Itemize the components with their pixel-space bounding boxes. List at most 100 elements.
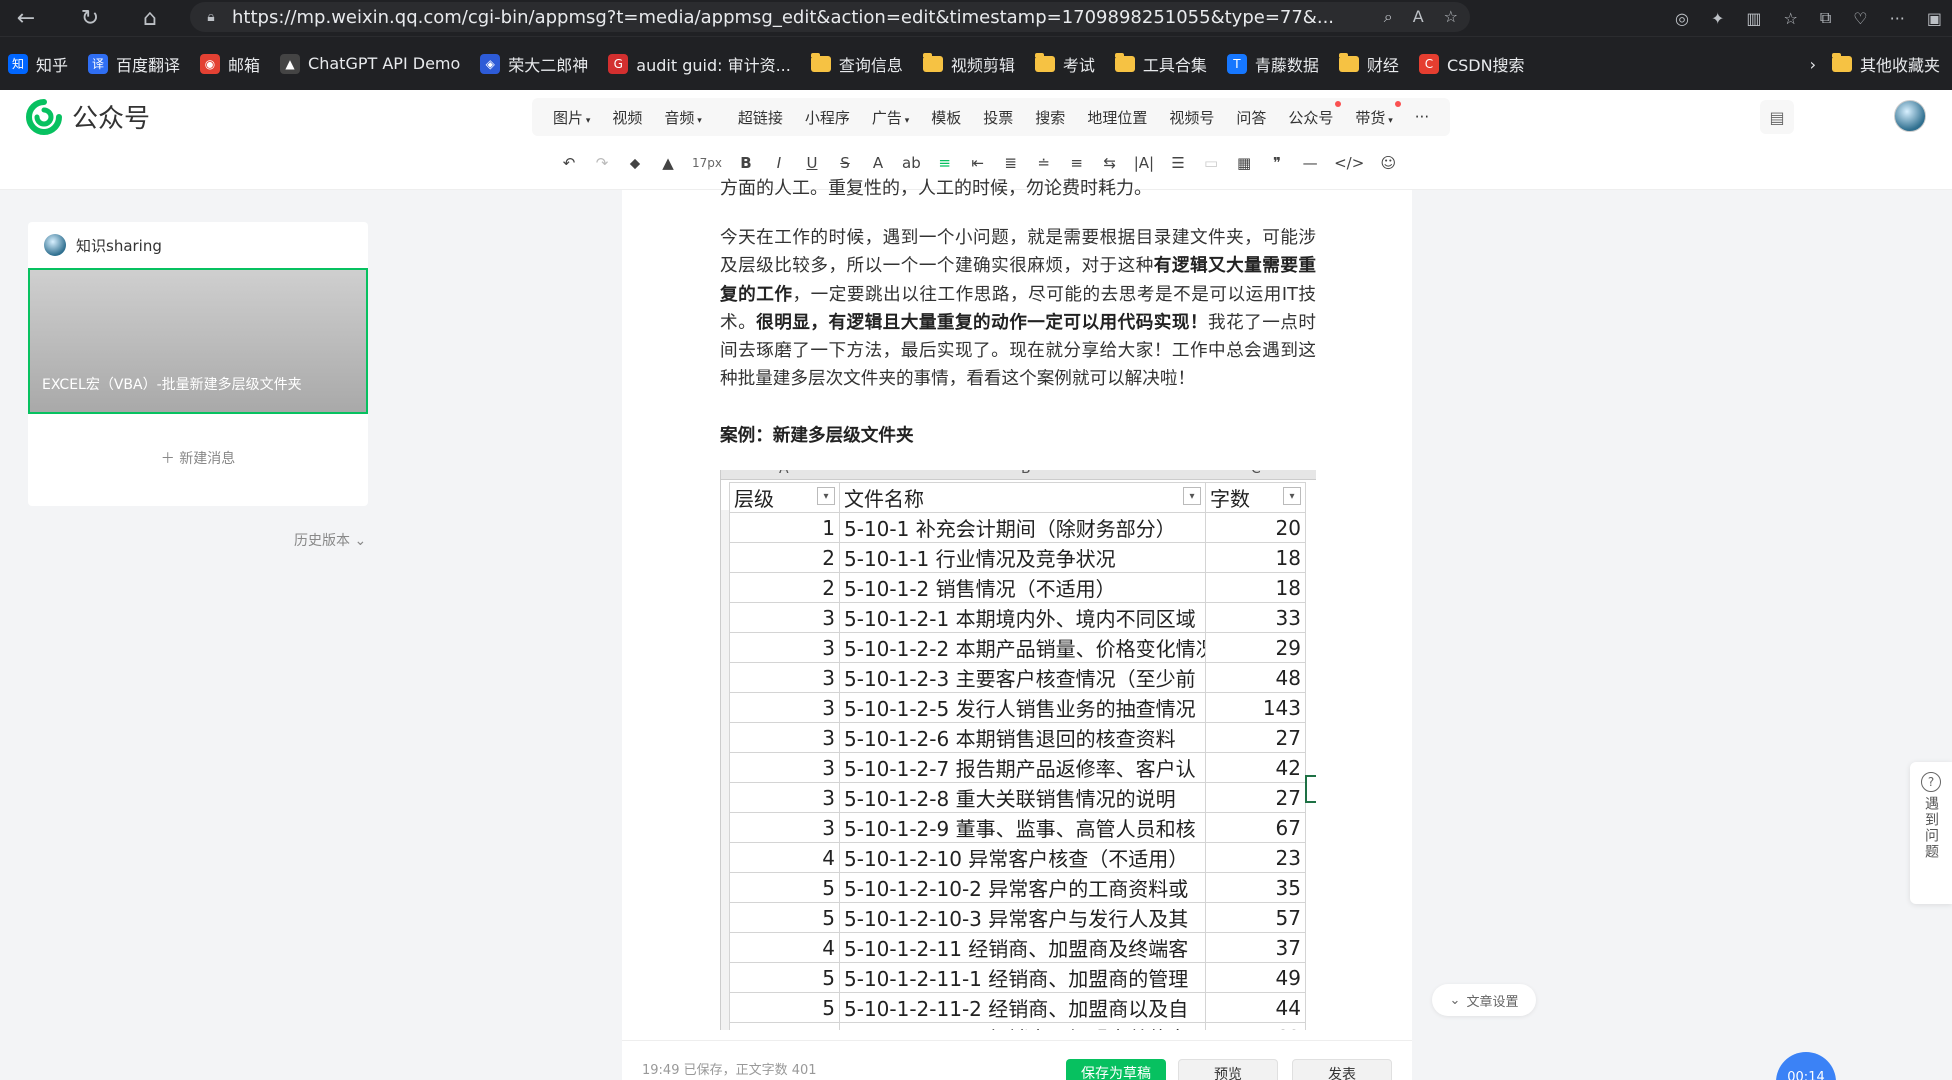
underline-icon[interactable]: U <box>803 154 821 172</box>
indent-icon[interactable]: ⇤ <box>969 154 987 172</box>
refresh-icon[interactable]: ↻ <box>72 0 108 36</box>
help-widget[interactable]: ? 遇到问题 <box>1910 762 1952 904</box>
publish-button[interactable]: 发表 <box>1292 1059 1392 1080</box>
menu-item[interactable]: 音频 ▾ <box>664 107 701 128</box>
case-heading[interactable]: 案例：新建多层级文件夹 <box>720 422 914 447</box>
cell-level: 3 <box>729 662 840 693</box>
menu-item[interactable]: 公众号 <box>1288 100 1342 128</box>
read-aloud-icon[interactable]: A <box>1413 7 1424 27</box>
code-icon[interactable]: </> <box>1334 154 1364 172</box>
article-thumbnail[interactable]: EXCEL宏（VBA）-批量新建多层级文件夹 <box>28 268 368 414</box>
bookmark-item[interactable]: 工具合集 <box>1114 52 1207 76</box>
font-color-icon[interactable]: A <box>869 154 887 172</box>
avatar[interactable] <box>1894 100 1926 132</box>
split-screen-icon[interactable]: ▥ <box>1746 9 1761 28</box>
bookmark-item[interactable]: 视频剪辑 <box>922 52 1015 76</box>
favorite-star-icon[interactable]: ☆ <box>1444 7 1458 27</box>
spreadsheet-image[interactable]: A B C 层级 ▾ 文件名称 ▾ 字数 ▾ 15-10-1 补充会计期间（除财务部分… <box>720 470 1316 1030</box>
recording-timer[interactable]: 00:14 <box>1776 1052 1836 1080</box>
italic-icon[interactable]: I <box>770 154 788 172</box>
menu-item[interactable]: 模板 <box>931 107 961 128</box>
redo-icon[interactable]: ↷ <box>593 154 611 172</box>
bookmark-item[interactable]: ▲ ChatGPT API Demo <box>280 53 460 74</box>
chevron-right-icon[interactable]: › <box>1810 55 1816 74</box>
browser-essentials-icon[interactable]: ♡ <box>1853 9 1867 28</box>
box-icon[interactable]: ▭ <box>1202 154 1220 172</box>
bold-icon[interactable]: B <box>737 154 755 172</box>
bookmark-item[interactable]: 知知乎 <box>8 52 68 76</box>
cell-filename: 5-10-1-2-10-3 异常客户与发行人及其 <box>839 902 1206 933</box>
strikethrough-icon[interactable]: S <box>836 154 854 172</box>
letter-spacing-icon[interactable]: |A| <box>1134 154 1154 172</box>
bookmark-item[interactable]: C CSDN搜索 <box>1418 52 1525 76</box>
filter-dropdown-icon[interactable]: ▾ <box>817 487 835 505</box>
bookmark-item[interactable]: 考试 <box>1034 52 1095 76</box>
extensions-icon[interactable]: ✦ <box>1711 9 1724 28</box>
margin-icon[interactable]: ⇆ <box>1101 154 1119 172</box>
quote-icon[interactable]: ❞ <box>1268 154 1286 172</box>
table-row: 3 5-10-1-2-9 董事、监事、高管人员和核 67 <box>729 812 1306 843</box>
address-bar[interactable]: 🔒︎ https://mp.weixin.qq.com/cgi-bin/appm… <box>190 2 1470 32</box>
intro-paragraph[interactable]: 今天在工作的时候，遇到一个小问题，就是需要根据目录建文件夹，可能涉及层级比较多，… <box>720 224 1316 394</box>
document-icon[interactable]: ▤ <box>1760 100 1794 134</box>
sidebar-toggle-icon[interactable]: ▣ <box>1927 9 1942 28</box>
preview-button[interactable]: 预览 <box>1178 1059 1278 1080</box>
menu-item[interactable]: 地理位置 <box>1087 107 1147 128</box>
cell-level: 2 <box>729 572 840 603</box>
favorites-icon[interactable]: ☆ <box>1783 9 1797 28</box>
wechat-mp-logo[interactable]: 公众号 <box>26 98 150 135</box>
list-icon[interactable]: ☰ <box>1169 154 1187 172</box>
menu-item[interactable]: 搜索 <box>1035 107 1065 128</box>
back-icon[interactable]: ← <box>8 0 44 36</box>
align-center-icon[interactable]: ≣ <box>1002 154 1020 172</box>
bookmark-item[interactable]: ◉ 邮箱 <box>200 52 260 76</box>
more-menu-icon[interactable]: ··· <box>1890 9 1905 28</box>
menu-item[interactable]: 小程序 <box>805 107 850 128</box>
zoom-icon[interactable]: ⌕ <box>1384 7 1393 27</box>
new-message-button[interactable]: ＋ 新建消息 <box>28 448 368 468</box>
history-version-link[interactable]: 历史版本 ⌄ <box>294 530 366 550</box>
menu-item[interactable]: 视频 <box>612 107 642 128</box>
col-letter-c: C <box>1251 470 1261 477</box>
url-text[interactable]: https://mp.weixin.qq.com/cgi-bin/appmsg?… <box>232 7 1368 28</box>
divider-icon[interactable]: — <box>1301 154 1319 172</box>
bookmark-item[interactable]: 查询信息 <box>810 52 903 76</box>
bookmark-item[interactable]: T 青藤数据 <box>1226 52 1319 76</box>
bookmark-item[interactable]: ◈ 荣大二郎神 <box>480 52 588 76</box>
cell-filename: 5-10-1-2-3 主要客户核查情况（至少前 <box>839 662 1206 693</box>
collections-icon[interactable]: ⧉ <box>1820 8 1831 28</box>
filter-dropdown-icon[interactable]: ▾ <box>1283 487 1301 505</box>
article-editor[interactable]: 方面的人工。重复性的，人工的时候，勿论费时耗力。 今天在工作的时候，遇到一个小问… <box>622 178 1412 1080</box>
bookmark-item[interactable]: 财经 <box>1338 52 1399 76</box>
table-icon[interactable]: ▦ <box>1235 154 1253 172</box>
new-message-label: 新建消息 <box>179 451 236 467</box>
font-size-select[interactable]: 17px <box>692 156 722 170</box>
extension-glasses-icon[interactable]: ◎ <box>1675 9 1689 28</box>
background-color-icon[interactable]: ab <box>902 154 921 172</box>
other-bookmarks-folder[interactable]: 其他收藏夹 <box>1831 52 1940 76</box>
menu-item[interactable]: 视频号 <box>1169 107 1214 128</box>
undo-icon[interactable]: ↶ <box>560 154 578 172</box>
emoji-icon[interactable]: ☺ <box>1379 154 1397 172</box>
article-settings-button[interactable]: ⌄ 文章设置 <box>1432 984 1536 1016</box>
menu-item[interactable]: ··· <box>1415 108 1429 126</box>
menu-item[interactable]: 超链接 <box>738 107 783 128</box>
home-icon[interactable]: ⌂ <box>132 0 168 36</box>
menu-item[interactable]: 广告 ▾ <box>872 107 909 128</box>
menu-item[interactable]: 带货 ▾ <box>1355 100 1401 128</box>
cell-count: 29 <box>1205 632 1306 663</box>
align-justify-icon[interactable]: ≡ <box>936 154 954 172</box>
filter-dropdown-icon[interactable]: ▾ <box>1183 487 1201 505</box>
clear-format-icon[interactable]: ▲ <box>659 154 677 172</box>
menu-item[interactable]: 图片 ▾ <box>553 107 590 128</box>
save-draft-button[interactable]: 保存为草稿 <box>1066 1059 1166 1080</box>
menu-item[interactable]: 投票 <box>983 107 1013 128</box>
format-painter-icon[interactable]: ⬥ <box>626 154 644 172</box>
line-spacing-icon[interactable]: ≐ <box>1035 154 1053 172</box>
bookmark-item[interactable]: 译百度翻译 <box>88 52 180 76</box>
bookmark-item[interactable]: Gaudit guid: 审计资... <box>608 52 791 76</box>
menu-item[interactable]: 问答 <box>1236 107 1266 128</box>
paragraph-spacing-icon[interactable]: ≡ <box>1068 154 1086 172</box>
cell-filename: 5-10-1-2-1 本期境内外、境内不同区域 <box>839 602 1206 633</box>
caret-down-icon: ▾ <box>1385 115 1393 126</box>
